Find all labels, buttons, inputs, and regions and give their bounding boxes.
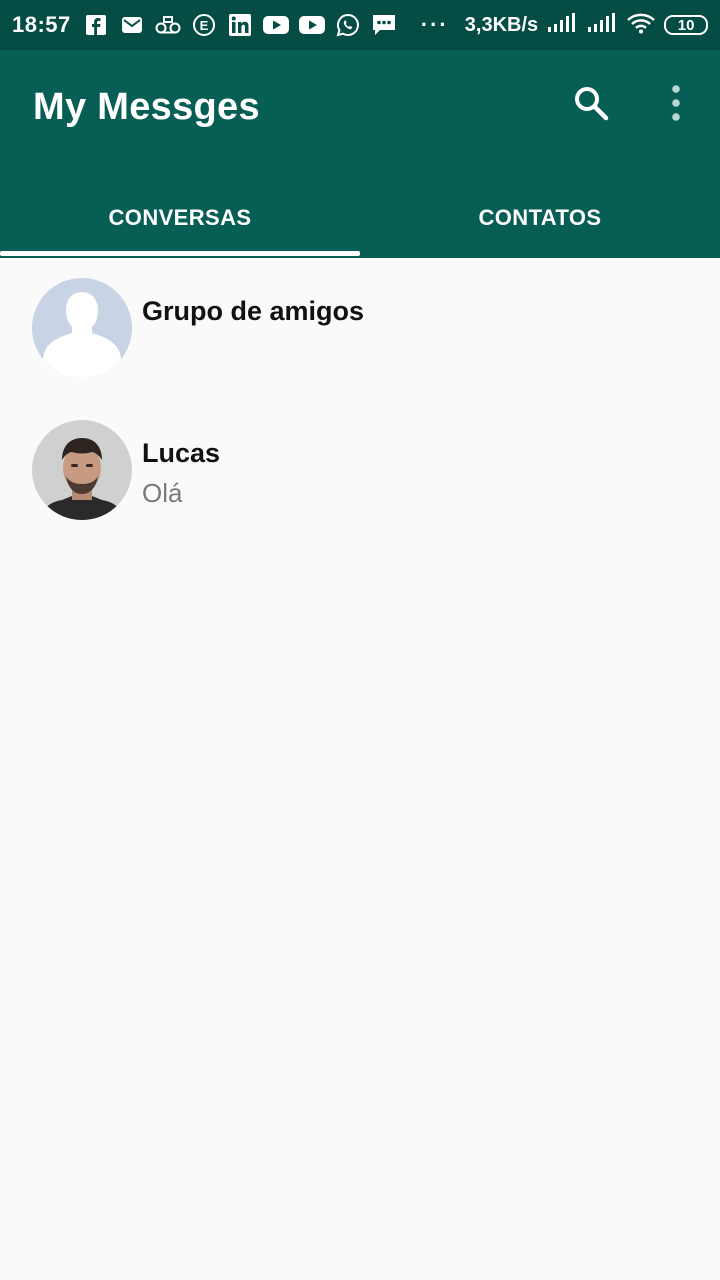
youtube-icon xyxy=(262,12,289,38)
tab-label: CONTATOS xyxy=(478,205,602,230)
signal-icon xyxy=(546,12,576,38)
tab-bar: CONVERSAS CONTATOS xyxy=(0,178,720,258)
system-indicators: 10 xyxy=(546,12,709,39)
app-title: My Messges xyxy=(33,86,260,128)
overflow-menu-button[interactable] xyxy=(656,80,696,130)
voicemail-icon xyxy=(155,12,181,38)
svg-text:E: E xyxy=(199,18,208,33)
tab-conversas[interactable]: CONVERSAS xyxy=(0,178,360,258)
whatsapp-icon xyxy=(335,12,361,38)
contact-name: Grupo de amigos xyxy=(142,296,365,326)
signal-icon xyxy=(586,12,616,38)
edge-icon: E xyxy=(191,12,217,38)
status-time: 18:57 xyxy=(12,12,71,37)
youtube-icon xyxy=(298,12,325,38)
tab-indicator xyxy=(0,251,360,256)
avatar xyxy=(32,420,132,520)
tab-label: CONVERSAS xyxy=(108,205,252,230)
more-notifications: ··· xyxy=(420,12,449,37)
app-bar: My Messges CONVERSAS CONTATOS xyxy=(0,50,720,258)
sms-icon xyxy=(371,12,397,38)
search-button[interactable] xyxy=(566,80,616,130)
search-icon xyxy=(572,84,610,127)
list-item[interactable]: Lucas Olá xyxy=(0,400,720,542)
status-bar: 18:57 E ··· 3,3KB/s 10 xyxy=(0,0,720,50)
notification-icons: E xyxy=(83,12,407,38)
tab-contatos[interactable]: CONTATOS xyxy=(360,178,720,258)
battery-icon: 10 xyxy=(664,15,709,35)
avatar xyxy=(32,278,132,378)
list-item[interactable]: Grupo de amigos xyxy=(0,258,720,400)
mail-icon xyxy=(119,12,145,38)
network-speed: 3,3KB/s xyxy=(464,13,539,36)
wifi-icon xyxy=(626,12,656,39)
contact-name: Lucas xyxy=(142,438,221,468)
linkedin-icon xyxy=(227,12,253,38)
last-message: Olá xyxy=(142,478,183,508)
facebook-icon xyxy=(83,12,109,38)
conversation-list: Grupo de amigos Lucas Olá xyxy=(0,258,720,542)
more-vert-icon xyxy=(671,84,681,126)
